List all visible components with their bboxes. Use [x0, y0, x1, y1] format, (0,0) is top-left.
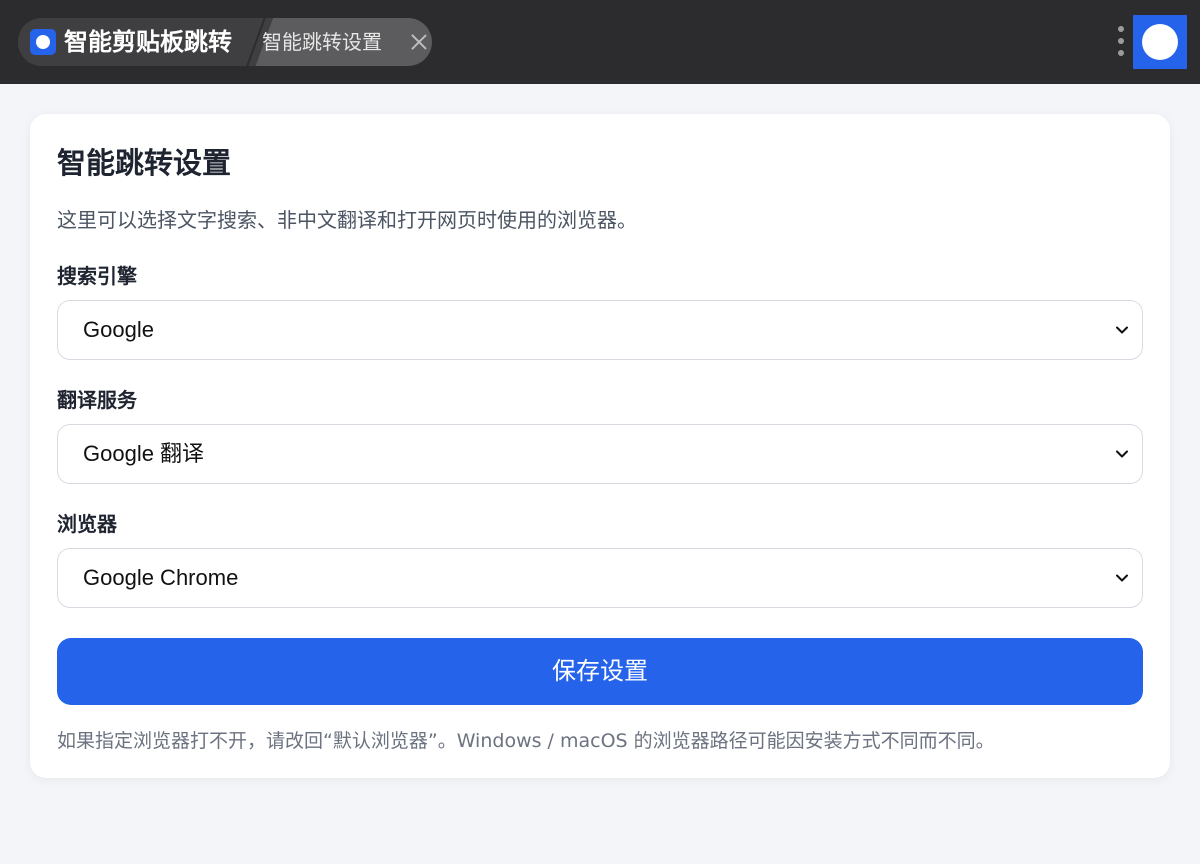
translation-service-select[interactable]: Google 翻译	[57, 424, 1143, 484]
chevron-down-icon	[1116, 572, 1128, 584]
more-vertical-icon[interactable]	[1114, 24, 1128, 60]
translation-service-value: Google 翻译	[83, 441, 205, 466]
chevron-down-icon	[1116, 324, 1128, 336]
top-bar: 智能剪贴板跳转 智能跳转设置	[0, 0, 1200, 84]
browser-select[interactable]: Google Chrome	[57, 548, 1143, 608]
page-title: 智能跳转设置	[57, 146, 232, 180]
close-icon[interactable]	[410, 33, 428, 51]
browser-label: 浏览器	[57, 512, 117, 536]
browser-value: Google Chrome	[83, 565, 239, 590]
footnote: 如果指定浏览器打不开，请改回“默认浏览器”。Windows / macOS 的浏…	[57, 730, 995, 752]
page-description: 这里可以选择文字搜索、非中文翻译和打开网页时使用的浏览器。	[57, 208, 637, 232]
chevron-down-icon	[1116, 448, 1128, 460]
tab-settings[interactable]: 智能跳转设置	[262, 30, 382, 54]
search-engine-label: 搜索引擎	[57, 264, 137, 288]
app-logo-icon	[30, 29, 56, 55]
tab-bar: 智能剪贴板跳转 智能跳转设置	[18, 18, 432, 66]
save-button[interactable]: 保存设置	[57, 638, 1143, 705]
translation-service-label: 翻译服务	[57, 388, 137, 412]
app-title[interactable]: 智能剪贴板跳转	[64, 28, 232, 56]
search-engine-select[interactable]: Google	[57, 300, 1143, 360]
avatar-icon[interactable]	[1133, 15, 1187, 69]
settings-card: 智能跳转设置 这里可以选择文字搜索、非中文翻译和打开网页时使用的浏览器。 搜索引…	[30, 114, 1170, 778]
search-engine-value: Google	[83, 317, 154, 342]
